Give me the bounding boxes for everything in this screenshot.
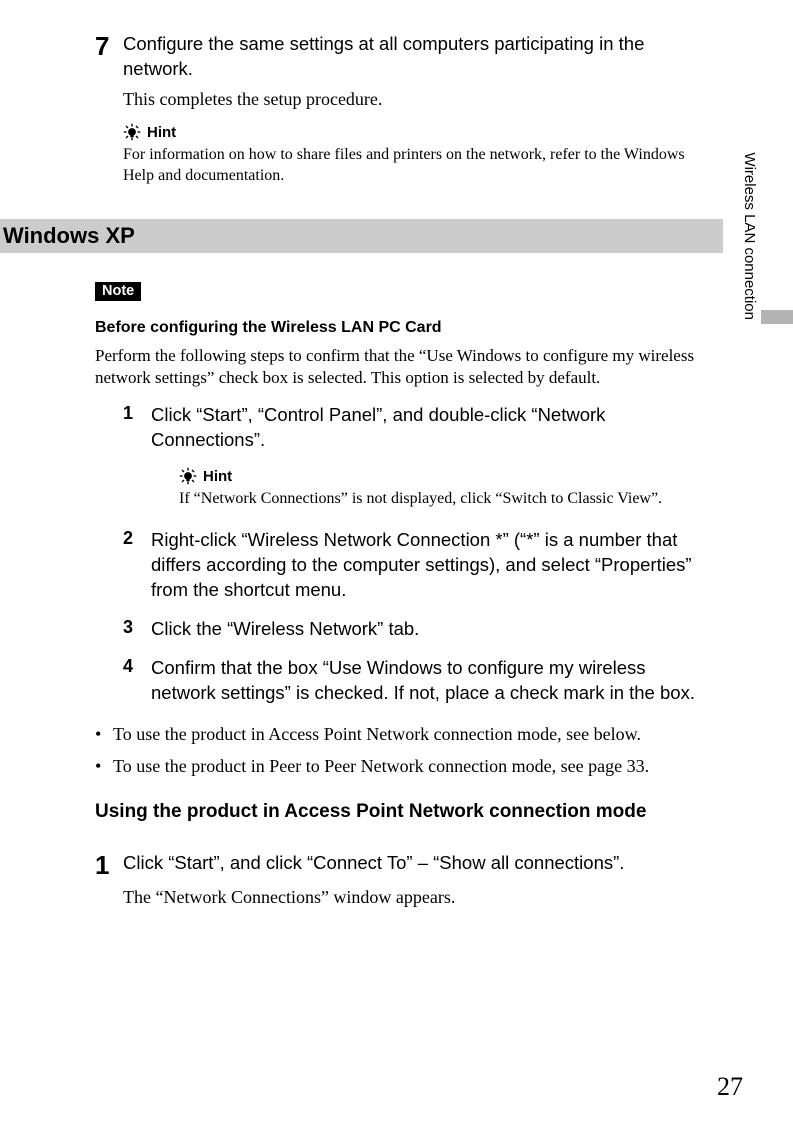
hint-text: If “Network Connections” is not displaye… — [179, 489, 703, 510]
hint-row: Hint — [123, 123, 703, 141]
step-number: 3 — [123, 617, 151, 642]
step-text: Click the “Wireless Network” tab. — [151, 617, 703, 642]
step-row: 4 Confirm that the box “Use Windows to c… — [123, 656, 703, 706]
page-number: 27 — [717, 1072, 743, 1102]
section-header-bar: Windows XP — [0, 219, 723, 253]
step-number: 1 — [123, 403, 151, 453]
step-number: 2 — [123, 528, 151, 603]
bullet-item: • To use the product in Peer to Peer Net… — [95, 754, 703, 778]
step-text: Click “Start”, “Control Panel”, and doub… — [151, 403, 703, 453]
hint-row: Hint — [179, 467, 703, 485]
step-substatement: The “Network Connections” window appears… — [123, 886, 703, 909]
hint-label: Hint — [203, 468, 232, 485]
step-text: Confirm that the box “Use Windows to con… — [151, 656, 703, 706]
step-substatement: This completes the setup procedure. — [123, 88, 703, 111]
hint-lightbulb-icon — [123, 123, 141, 141]
bullet-marker: • — [95, 722, 113, 746]
ap-step-1-row: 1 Click “Start”, and click “Connect To” … — [95, 851, 703, 880]
intro-paragraph: Perform the following steps to confirm t… — [95, 345, 703, 389]
step-row: 1 Click “Start”, “Control Panel”, and do… — [123, 403, 703, 453]
bullet-marker: • — [95, 754, 113, 778]
chapter-tab-marker — [761, 310, 793, 324]
bullet-text: To use the product in Access Point Netwo… — [113, 722, 641, 746]
bullet-item: • To use the product in Access Point Net… — [95, 722, 703, 746]
step-text: Right-click “Wireless Network Connection… — [151, 528, 703, 603]
step-number: 7 — [95, 32, 123, 82]
side-chapter-label: Wireless LAN connection — [741, 130, 758, 320]
hint-lightbulb-icon — [179, 467, 197, 485]
step-row: 3 Click the “Wireless Network” tab. — [123, 617, 703, 642]
subsection-heading: Before configuring the Wireless LAN PC C… — [95, 319, 703, 337]
step-number: 1 — [95, 851, 123, 880]
step-7-row: 7 Configure the same settings at all com… — [95, 32, 703, 82]
bullet-text: To use the product in Peer to Peer Netwo… — [113, 754, 649, 778]
step-text: Click “Start”, and click “Connect To” – … — [123, 851, 703, 880]
step-number: 4 — [123, 656, 151, 706]
hint-label: Hint — [147, 124, 176, 141]
step-text: Configure the same settings at all compu… — [123, 32, 703, 82]
note-badge: Note — [95, 282, 141, 301]
hint-text: For information on how to share files an… — [123, 145, 703, 187]
section-title: Using the product in Access Point Networ… — [95, 800, 703, 825]
step-row: 2 Right-click “Wireless Network Connecti… — [123, 528, 703, 603]
